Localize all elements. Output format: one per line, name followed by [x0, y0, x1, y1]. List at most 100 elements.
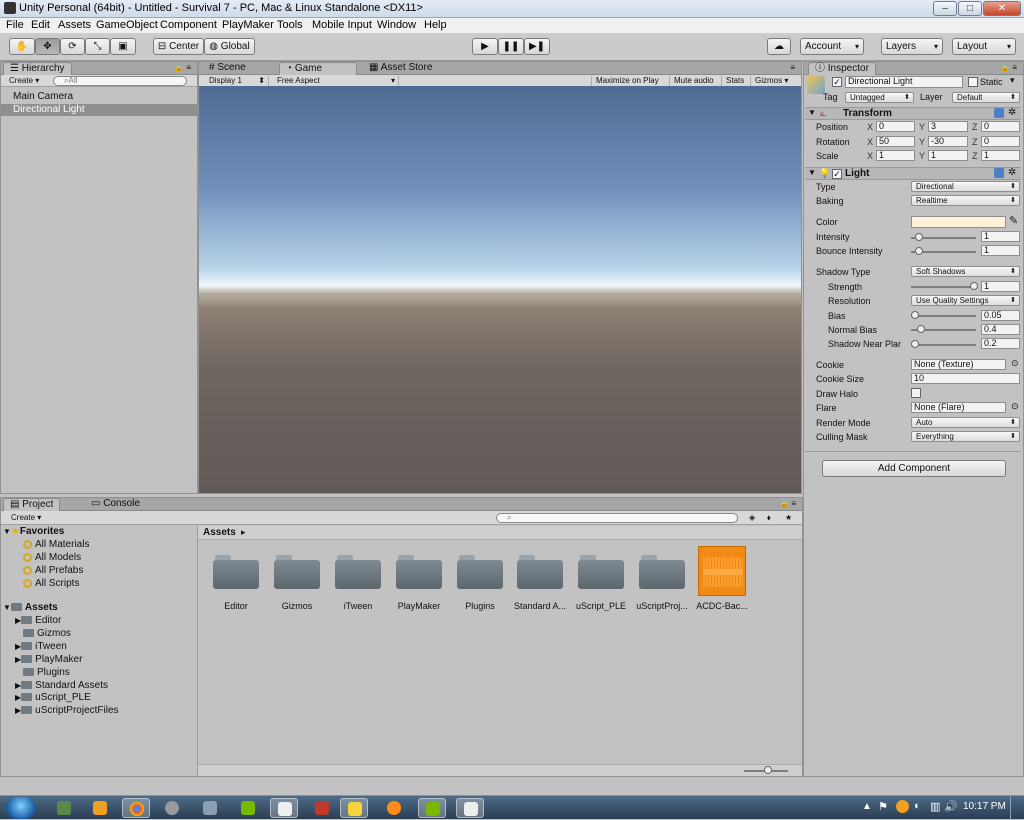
icon-size-slider-handle[interactable]: [764, 766, 772, 774]
project-search-input[interactable]: ⌕: [496, 513, 738, 523]
asset-folder-icon[interactable]: [639, 555, 685, 589]
tree-folder[interactable]: ▶ iTween: [15, 641, 67, 652]
resolution-dropdown[interactable]: Use Quality Settings: [911, 295, 1020, 306]
render-mode-dropdown[interactable]: Auto: [911, 417, 1020, 428]
taskbar-app[interactable]: [380, 798, 408, 818]
hierarchy-item-selected[interactable]: Directional Light: [1, 104, 197, 116]
asset-folder-icon[interactable]: [517, 555, 563, 589]
asset-folder-icon[interactable]: [578, 555, 624, 589]
tree-folder[interactable]: ▶ PlayMaker: [15, 654, 82, 665]
rotation-y-field[interactable]: -30: [928, 136, 968, 147]
panel-menu-icon[interactable]: ≡: [786, 63, 799, 73]
assets-header[interactable]: ▼ Assets: [3, 602, 58, 613]
baking-dropdown[interactable]: Realtime: [911, 195, 1020, 206]
strength-slider-handle[interactable]: [970, 282, 978, 290]
favorites-header[interactable]: ▼★Favorites: [3, 526, 64, 537]
close-button[interactable]: ✕: [983, 1, 1021, 16]
gizmos-dropdown[interactable]: Gizmos ▾: [750, 76, 792, 86]
cloud-button[interactable]: ☁: [767, 38, 791, 55]
near-plane-slider-handle[interactable]: [911, 340, 919, 348]
tab-project[interactable]: ▤ Project: [3, 498, 61, 511]
strength-field[interactable]: 1: [981, 281, 1020, 292]
menu-help[interactable]: Help: [424, 19, 447, 31]
menu-component[interactable]: Component: [160, 19, 217, 31]
tab-console[interactable]: ▭ Console: [85, 498, 146, 511]
taskbar-app[interactable]: [196, 798, 224, 818]
hierarchy-item[interactable]: Main Camera: [1, 91, 197, 103]
layers-dropdown[interactable]: Layers: [881, 38, 943, 55]
taskbar-app[interactable]: [340, 798, 368, 818]
normal-bias-slider-handle[interactable]: [917, 325, 925, 333]
near-plane-field[interactable]: 0.2: [981, 338, 1020, 349]
game-viewport[interactable]: [199, 86, 801, 493]
audio-waveform-icon[interactable]: [698, 546, 746, 596]
active-checkbox[interactable]: ✓: [832, 77, 842, 87]
maximize-button[interactable]: □: [958, 1, 982, 16]
intensity-field[interactable]: 1: [981, 231, 1020, 242]
rotation-x-field[interactable]: 50: [876, 136, 915, 147]
taskbar-app[interactable]: [270, 798, 298, 818]
panel-menu-icon[interactable]: 🔒 ≡: [170, 63, 195, 73]
taskbar-app[interactable]: [158, 798, 186, 818]
help-book-icon[interactable]: [994, 108, 1004, 118]
object-picker-icon[interactable]: ⊙: [1011, 358, 1019, 369]
rotate-tool-button[interactable]: ⟳: [60, 38, 85, 55]
tree-folder[interactable]: ▶ Standard Assets: [15, 680, 108, 691]
tray-expand-icon[interactable]: ▲: [862, 801, 872, 812]
scale-tool-button[interactable]: ⤡: [85, 38, 110, 55]
near-plane-slider[interactable]: [911, 344, 976, 346]
taskbar-app[interactable]: [418, 798, 446, 818]
color-swatch[interactable]: [911, 216, 1006, 228]
display-dropdown[interactable]: Display 1 ⬍: [205, 76, 269, 86]
menu-assets[interactable]: Assets: [58, 19, 91, 31]
asset-folder-icon[interactable]: [213, 555, 259, 589]
menu-gameobject[interactable]: GameObject: [96, 19, 158, 31]
asset-folder-icon[interactable]: [335, 555, 381, 589]
position-y-field[interactable]: 3: [928, 121, 968, 132]
menu-playmaker[interactable]: PlayMaker: [222, 19, 274, 31]
aspect-dropdown[interactable]: Free Aspect ▾: [273, 76, 399, 86]
menu-file[interactable]: File: [6, 19, 24, 31]
mute-audio-toggle[interactable]: Mute audio: [669, 76, 718, 86]
panel-menu-icon[interactable]: 🔒 ≡: [996, 63, 1021, 73]
gear-icon[interactable]: ✲: [1008, 167, 1016, 178]
volume-icon[interactable]: 🔊: [944, 800, 958, 813]
layout-dropdown[interactable]: Layout: [952, 38, 1016, 55]
object-picker-icon[interactable]: ⊙: [1011, 401, 1019, 412]
rotation-z-field[interactable]: 0: [981, 136, 1020, 147]
tab-asset-store[interactable]: ▦ Asset Store: [363, 62, 438, 75]
transform-header[interactable]: ▼ ⟀ Transform ✲: [805, 107, 1021, 120]
cookie-field[interactable]: None (Texture): [911, 359, 1006, 370]
tab-scene[interactable]: # Scene: [203, 62, 252, 75]
scale-x-field[interactable]: 1: [876, 150, 915, 161]
account-dropdown[interactable]: Account: [800, 38, 864, 55]
project-create-button[interactable]: Create ▾: [7, 513, 45, 523]
play-button[interactable]: ▶: [472, 38, 498, 55]
position-z-field[interactable]: 0: [981, 121, 1020, 132]
asset-folder-icon[interactable]: [396, 555, 442, 589]
rect-tool-button[interactable]: ▣: [110, 38, 136, 55]
network-icon[interactable]: ▥: [930, 800, 940, 813]
asset-folder-icon[interactable]: [457, 555, 503, 589]
taskbar-app[interactable]: [234, 798, 262, 818]
tree-folder[interactable]: Gizmos: [23, 628, 71, 639]
star-icon[interactable]: ★: [781, 513, 796, 523]
taskbar-app[interactable]: [122, 798, 150, 818]
filter-type-icon[interactable]: ◈: [745, 513, 759, 523]
gear-icon[interactable]: ✲: [1008, 107, 1016, 118]
light-header[interactable]: ▼ 💡 ✓ Light ✲: [805, 167, 1021, 180]
tree-folder[interactable]: ▶ Editor: [15, 615, 61, 626]
pause-button[interactable]: ❚❚: [498, 38, 524, 55]
scale-z-field[interactable]: 1: [981, 150, 1020, 161]
hand-tool-button[interactable]: ✋: [9, 38, 35, 55]
move-tool-button[interactable]: ✥: [35, 38, 60, 55]
taskbar-app[interactable]: [308, 798, 336, 818]
chevron-down-icon[interactable]: ▾: [1010, 75, 1015, 86]
normal-bias-field[interactable]: 0.4: [981, 324, 1020, 335]
static-checkbox[interactable]: [968, 77, 978, 87]
bounce-field[interactable]: 1: [981, 245, 1020, 256]
start-button[interactable]: [6, 797, 36, 819]
tray-app-icon[interactable]: [896, 800, 909, 813]
favorite-item[interactable]: All Scripts: [23, 578, 79, 589]
bias-slider-handle[interactable]: [911, 311, 919, 319]
